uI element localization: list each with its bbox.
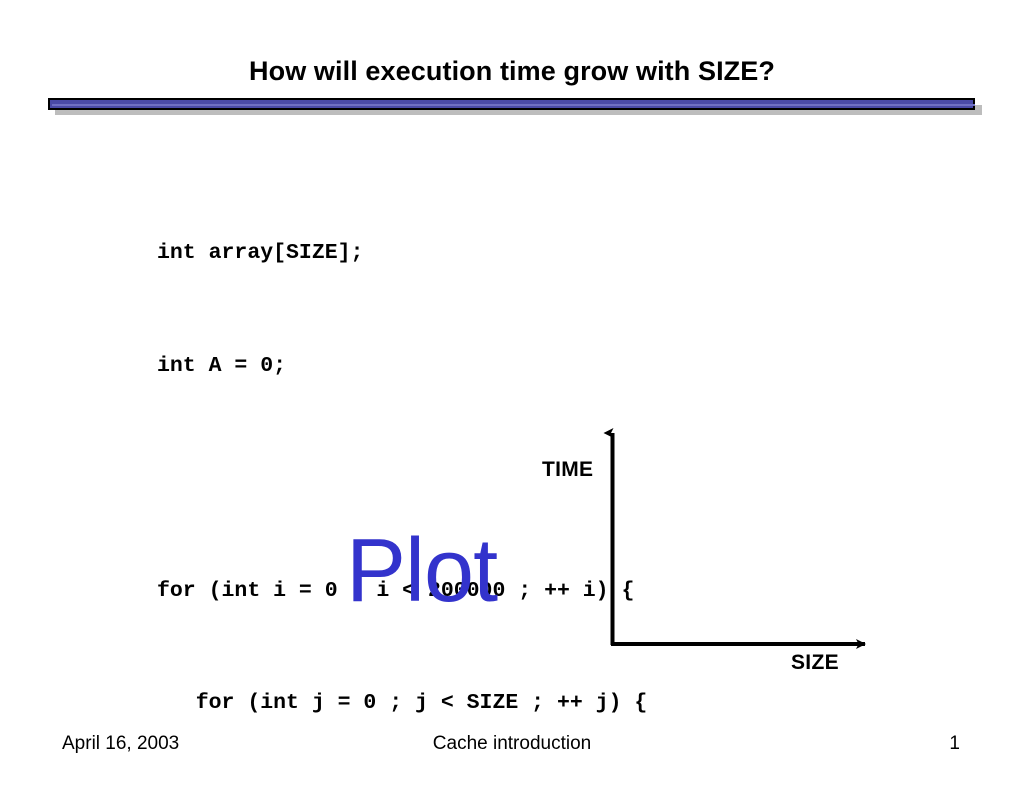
divider-bar <box>48 98 975 110</box>
plot-placeholder-text: Plot <box>346 521 498 621</box>
x-axis-label: SIZE <box>791 651 839 674</box>
axes-diagram <box>530 412 890 687</box>
code-line: int array[SIZE]; <box>157 241 364 265</box>
code-line: int A = 0; <box>157 353 287 378</box>
slide-footer: April 16, 2003 Cache introduction 1 <box>0 733 1024 763</box>
footer-subject: Cache introduction <box>432 733 592 754</box>
page-title: How will execution time grow with SIZE? <box>249 56 775 86</box>
y-axis-label: TIME <box>542 458 594 481</box>
title-divider <box>48 98 982 115</box>
divider-highlight <box>52 104 975 106</box>
slide-canvas: How will execution time grow with SIZE? … <box>0 0 1024 791</box>
footer-page-number: 1 <box>949 733 960 754</box>
code-line: for (int j = 0 ; j < SIZE ; ++ j) { <box>157 691 648 715</box>
